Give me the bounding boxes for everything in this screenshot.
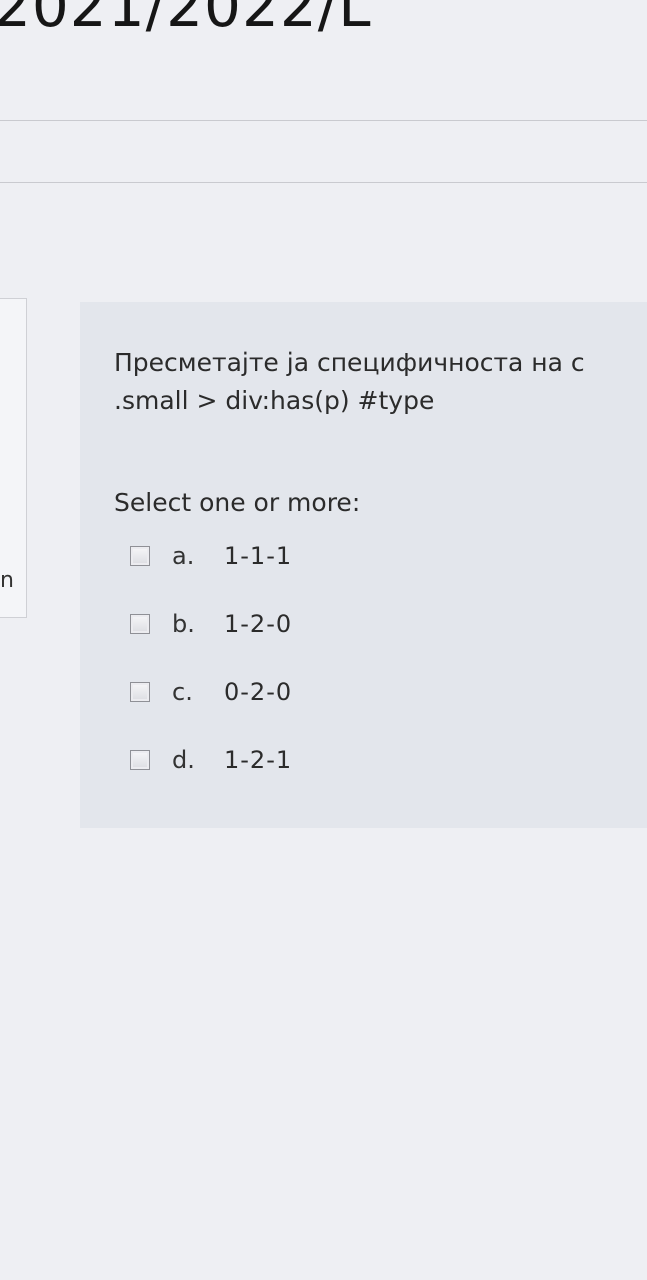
question-text-line: Пресметајте ја специфичноста на с xyxy=(114,348,585,377)
nav-divider xyxy=(0,182,647,183)
option-label[interactable]: 1-1-1 xyxy=(224,542,292,570)
option-letter: d. xyxy=(172,746,195,774)
question-selector: .small > div:has(p) #type xyxy=(114,386,435,415)
answer-prompt: Select one or more: xyxy=(114,488,361,517)
checkbox-a[interactable] xyxy=(130,546,150,566)
answer-option-b[interactable]: b. 1-2-0 xyxy=(130,610,292,678)
checkbox-c[interactable] xyxy=(130,682,150,702)
question-text: Пресметајте ја специфичноста на с .small… xyxy=(114,344,647,420)
option-letter: b. xyxy=(172,610,195,638)
option-letter: c. xyxy=(172,678,193,706)
option-label[interactable]: 0-2-0 xyxy=(224,678,292,706)
answer-options: a. 1-1-1 b. 1-2-0 c. 0-2-0 d. 1-2-1 xyxy=(130,542,292,814)
answer-option-c[interactable]: c. 0-2-0 xyxy=(130,678,292,746)
answer-option-d[interactable]: d. 1-2-1 xyxy=(130,746,292,814)
question-panel: Пресметајте ја специфичноста на с .small… xyxy=(80,302,647,828)
checkbox-d[interactable] xyxy=(130,750,150,770)
answer-option-a[interactable]: a. 1-1-1 xyxy=(130,542,292,610)
checkbox-b[interactable] xyxy=(130,614,150,634)
page-title: 2021/2022/L xyxy=(0,0,372,40)
navigation-panel-text: n xyxy=(0,568,14,593)
option-label[interactable]: 1-2-0 xyxy=(224,610,292,638)
option-letter: a. xyxy=(172,542,195,570)
header-divider xyxy=(0,120,647,121)
option-label[interactable]: 1-2-1 xyxy=(224,746,292,774)
